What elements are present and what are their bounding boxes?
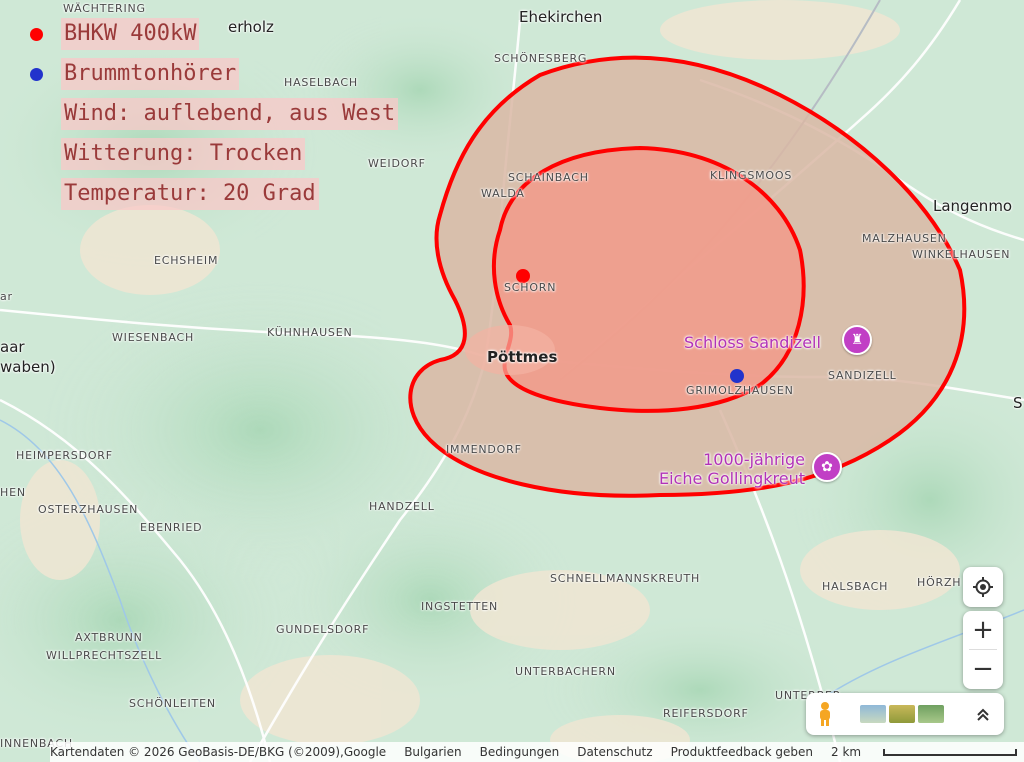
legend-dot-blue bbox=[30, 67, 43, 81]
legend-label: Wind: auflebend, aus West bbox=[61, 98, 399, 130]
place-schainbach: SCHAINBACH bbox=[508, 171, 589, 184]
layer-thumb-terrain[interactable] bbox=[889, 705, 915, 723]
legend-label: Temperatur: 20 Grad bbox=[61, 178, 319, 210]
place-reifersdorf: REIFERSDORF bbox=[663, 707, 749, 720]
legend-item-bhkw: BHKW 400kW bbox=[30, 18, 200, 50]
country-link[interactable]: Bulgarien bbox=[404, 745, 461, 759]
place-haselbach: HASELBACH bbox=[284, 76, 358, 89]
inner-zone bbox=[491, 145, 806, 413]
place-sandizell: SANDIZELL bbox=[828, 369, 897, 382]
layer-thumb-nature[interactable] bbox=[918, 705, 944, 723]
place-kuehnhausen: KÜHNHAUSEN bbox=[267, 326, 353, 339]
place-handzell: HANDZELL bbox=[369, 500, 435, 513]
legend-item-weather: Witterung: Trocken bbox=[30, 138, 306, 170]
place-schoenleiten: SCHÖNLEITEN bbox=[129, 697, 216, 710]
map-footer: Kartendaten © 2026 GeoBasis-DE/BKG (©200… bbox=[50, 742, 1024, 762]
place-s-edge: S bbox=[1013, 394, 1023, 412]
place-aar: aar bbox=[0, 338, 25, 356]
place-waechtering: WÄCHTERING bbox=[63, 2, 146, 15]
scale-bar bbox=[883, 749, 1018, 756]
legend-item-listener: Brummtonhörer bbox=[30, 58, 240, 90]
legend-spacer bbox=[30, 188, 43, 201]
zoom-in-button[interactable]: + bbox=[963, 611, 1003, 649]
place-grimolzhausen: GRIMOLZHAUSEN bbox=[686, 384, 794, 397]
terms-link[interactable]: Bedingungen bbox=[480, 745, 560, 759]
place-poettmes: Pöttmes bbox=[487, 348, 558, 366]
place-gundelsdorf: GUNDELSDORF bbox=[276, 623, 370, 636]
place-malzhausen: MALZHAUSEN bbox=[862, 232, 947, 245]
my-location-button[interactable] bbox=[963, 567, 1003, 607]
attribution: Kartendaten © 2026 GeoBasis-DE/BKG (©200… bbox=[50, 745, 387, 759]
place-schoenesberg: SCHÖNESBERG bbox=[494, 52, 588, 65]
place-willprechtszell: WILLPRECHTSZELL bbox=[46, 649, 163, 662]
layer-switcher[interactable] bbox=[806, 693, 1004, 735]
place-osterzhausen: OSTERZHAUSEN bbox=[38, 503, 139, 516]
legend-label: Witterung: Trocken bbox=[61, 138, 306, 170]
place-ingstetten: INGSTETTEN bbox=[421, 600, 499, 613]
legend-spacer bbox=[30, 108, 43, 121]
place-immendorf: IMMENDORF bbox=[446, 443, 522, 456]
layer-thumb-satellite[interactable] bbox=[860, 705, 886, 723]
place-ehekirchen: Ehekirchen bbox=[519, 8, 603, 26]
legend-spacer bbox=[30, 148, 43, 161]
place-schnellmannskreuth: SCHNELLMANNSKREUTH bbox=[550, 572, 701, 585]
place-waben: waben) bbox=[0, 358, 56, 376]
legend-label: BHKW 400kW bbox=[61, 18, 200, 50]
feedback-link[interactable]: Produktfeedback geben bbox=[671, 745, 813, 759]
place-langenmo: Langenmo bbox=[933, 197, 1013, 215]
privacy-link[interactable]: Datenschutz bbox=[577, 745, 652, 759]
place-hen: HEN bbox=[0, 486, 26, 499]
place-unterbachern: UNTERBACHERN bbox=[515, 665, 616, 678]
castle-icon[interactable]: ♜ bbox=[842, 325, 872, 355]
place-echsheim: ECHSHEIM bbox=[154, 254, 219, 267]
poi-eiche-line2: Eiche Gollingkreut bbox=[659, 469, 805, 488]
place-walda: WALDA bbox=[481, 187, 525, 200]
zoom-out-button[interactable]: − bbox=[963, 650, 1003, 688]
scale-indicator[interactable]: 2 km bbox=[831, 745, 1024, 759]
legend-item-temperature: Temperatur: 20 Grad bbox=[30, 178, 319, 210]
place-hoerzh: HÖRZH bbox=[917, 576, 962, 589]
place-wiesenbach: WIESENBACH bbox=[112, 331, 195, 344]
landmark-icon[interactable]: ✿ bbox=[812, 452, 842, 482]
place-ar: ar bbox=[0, 290, 13, 303]
pegman-icon[interactable] bbox=[816, 701, 834, 727]
poi-schloss-sandizell[interactable]: Schloss Sandizell bbox=[684, 333, 821, 352]
place-halsbach: HALSBACH bbox=[822, 580, 889, 593]
place-heimpersdorf: HEIMPERSDORF bbox=[16, 449, 113, 462]
legend-item-wind: Wind: auflebend, aus West bbox=[30, 98, 399, 130]
place-schorn: SCHORN bbox=[504, 281, 557, 294]
scale-label: 2 km bbox=[831, 745, 862, 759]
legend-label: Brummtonhörer bbox=[61, 58, 240, 90]
place-ebenried: EBENRIED bbox=[140, 521, 203, 534]
place-axtbrunn: AXTBRUNN bbox=[75, 631, 143, 644]
poi-eiche[interactable]: 1000-jährige Eiche Gollingkreut bbox=[650, 450, 805, 488]
listener-marker bbox=[730, 369, 744, 383]
legend-dot-red bbox=[30, 27, 43, 41]
place-erholz: erholz bbox=[228, 18, 274, 36]
place-weidorf: WEIDORF bbox=[368, 157, 426, 170]
chevron-up-double-icon[interactable] bbox=[972, 703, 994, 725]
place-winkelhausen: WINKELHAUSEN bbox=[912, 248, 1011, 261]
poi-eiche-line1: 1000-jährige bbox=[703, 450, 805, 469]
zoom-controls: + − bbox=[963, 611, 1003, 689]
my-location-icon bbox=[973, 577, 993, 597]
place-klingsmoos: KLINGSMOOS bbox=[710, 169, 793, 182]
